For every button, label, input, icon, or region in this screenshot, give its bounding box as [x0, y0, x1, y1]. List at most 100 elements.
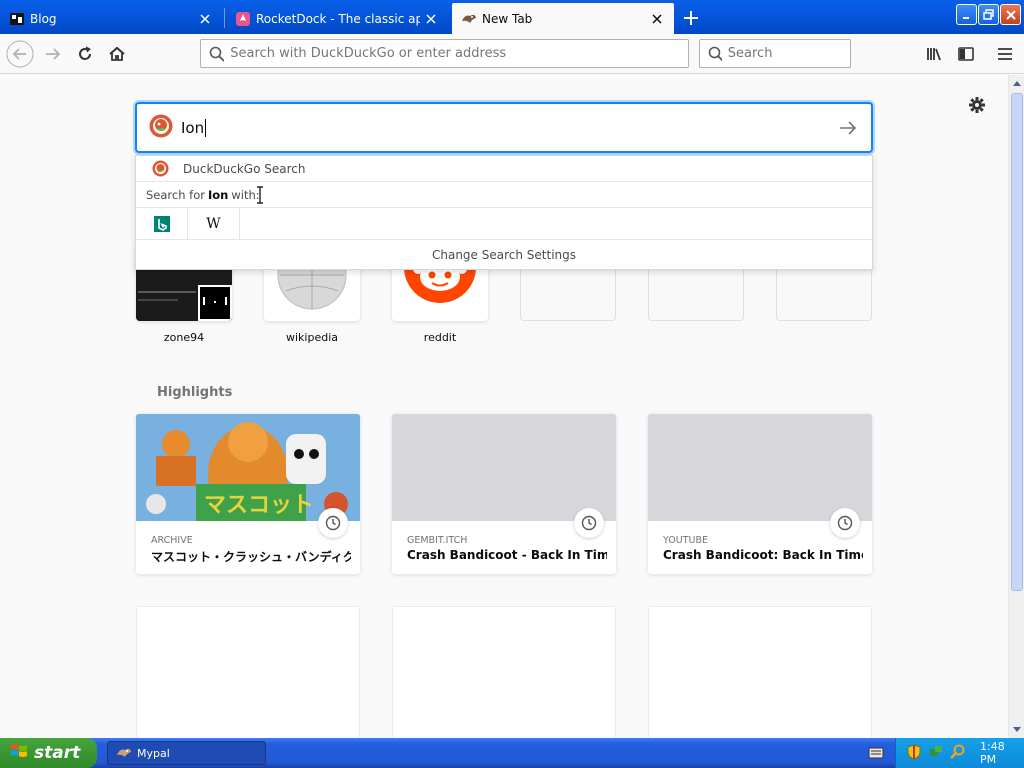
- address-input[interactable]: [230, 46, 688, 61]
- library-button[interactable]: [919, 39, 949, 69]
- tab-title: Blog: [30, 11, 57, 26]
- windows-logo-icon: [10, 742, 28, 765]
- suggestion-duckduckgo-search[interactable]: DuckDuckGo Search: [136, 156, 872, 182]
- gear-icon: [969, 97, 985, 113]
- clock-icon: [830, 508, 860, 538]
- rocketdock-favicon-icon: [235, 11, 251, 27]
- highlights-heading: Highlights: [157, 385, 233, 400]
- settings-gear-button[interactable]: [966, 94, 988, 116]
- suggestion-label: DuckDuckGo Search: [183, 161, 306, 176]
- site-label: reddit: [423, 331, 457, 344]
- close-tab-icon[interactable]: [646, 8, 668, 30]
- mypal-favicon-icon: [461, 11, 477, 27]
- navigation-toolbar: [0, 34, 1024, 74]
- engine-bing-button[interactable]: [136, 207, 188, 240]
- security-shield-icon[interactable]: [906, 743, 922, 763]
- highlight-card[interactable]: GEMBIT.ITCH Crash Bandicoot - Back In Ti…: [392, 414, 616, 574]
- scrollbar-thumb[interactable]: [1011, 93, 1023, 591]
- tab-blog[interactable]: Blog: [0, 3, 222, 34]
- magnifier-icon[interactable]: [950, 744, 966, 763]
- new-tab-button[interactable]: [678, 5, 704, 31]
- text-cursor-icon: [255, 186, 265, 207]
- search-bar[interactable]: [699, 39, 851, 68]
- duckduckgo-logo-icon: [152, 160, 169, 177]
- taskbar-item-mypal[interactable]: Mypal: [107, 741, 266, 765]
- chevron-up-icon: [1013, 81, 1021, 86]
- highlight-thumbnail: [392, 414, 616, 521]
- change-search-settings-button[interactable]: Change Search Settings: [136, 240, 872, 270]
- highlight-thumbnail: マスコット: [136, 414, 360, 521]
- highlight-title: Crash Bandicoot - Back In Time ...: [407, 548, 607, 562]
- home-button[interactable]: [102, 39, 132, 69]
- arrow-right-icon: [840, 121, 857, 135]
- tab-separator: [224, 8, 225, 28]
- tab-strip: Blog RocketDock - The classic app launch…: [0, 0, 1024, 34]
- highlight-card-empty: [392, 606, 616, 738]
- engine-wikipedia-button[interactable]: W: [188, 207, 240, 240]
- site-label: zone94: [163, 331, 205, 344]
- start-button[interactable]: start: [0, 738, 97, 768]
- highlight-card[interactable]: マスコット ARCHIVE マスコット・クラッシュ・バンディク...: [136, 414, 360, 574]
- start-label: start: [34, 743, 81, 763]
- search-icon: [708, 46, 722, 61]
- menu-button[interactable]: [990, 39, 1020, 69]
- highlight-title: マスコット・クラッシュ・バンディク...: [151, 550, 351, 564]
- restore-button[interactable]: [978, 4, 999, 25]
- highlight-thumbnail: [648, 414, 872, 521]
- newtab-search-box[interactable]: [135, 102, 873, 153]
- search-icon: [209, 46, 225, 62]
- keyboard-icon[interactable]: [868, 746, 884, 763]
- minimize-button[interactable]: [956, 4, 977, 25]
- sidebar-icon: [958, 47, 974, 61]
- clock-icon: [574, 508, 604, 538]
- new-tab-page: zone94 W wikipedia reddit: [0, 75, 1008, 738]
- system-tray: 1:48 PM: [895, 738, 1024, 768]
- highlight-title: Crash Bandicoot: Back In Time - ...: [663, 548, 863, 562]
- address-bar[interactable]: [200, 39, 689, 68]
- sidebar-button[interactable]: [951, 39, 981, 69]
- vertical-scrollbar[interactable]: [1008, 75, 1024, 738]
- search-for-header: Search for Ion with:: [136, 182, 872, 208]
- plus-icon: [684, 11, 698, 25]
- back-button[interactable]: [5, 39, 35, 69]
- library-icon: [927, 48, 941, 61]
- close-window-button[interactable]: [1000, 4, 1021, 25]
- search-go-button[interactable]: [837, 117, 859, 139]
- hamburger-menu-icon: [998, 48, 1012, 60]
- search-for-query: Ion: [207, 187, 229, 202]
- back-arrow-icon: [6, 40, 34, 68]
- close-tab-icon[interactable]: [420, 8, 442, 30]
- blog-favicon-icon: [9, 11, 25, 27]
- taskbar-item-label: Mypal: [137, 746, 170, 760]
- highlight-source: ARCHIVE: [151, 535, 193, 546]
- highlight-card-empty: [648, 606, 872, 738]
- svg-text:マスコット: マスコット: [204, 493, 314, 518]
- chevron-down-icon: [1013, 727, 1021, 732]
- highlight-card[interactable]: YOUTUBE Crash Bandicoot: Back In Time - …: [648, 414, 872, 574]
- mypal-app-icon: [117, 748, 131, 757]
- scroll-down-button[interactable]: [1009, 722, 1024, 738]
- forward-button[interactable]: [38, 39, 68, 69]
- network-icon[interactable]: [928, 744, 944, 763]
- reload-icon: [79, 46, 91, 60]
- reload-button[interactable]: [70, 39, 100, 69]
- tab-rocketdock[interactable]: RocketDock - The classic app launcher: [226, 3, 448, 34]
- search-suggestions-dropdown: DuckDuckGo Search Search for Ion with: W…: [135, 155, 873, 270]
- highlight-card-empty: [136, 606, 360, 738]
- site-label: wikipedia: [285, 331, 338, 344]
- newtab-search-input[interactable]: [181, 118, 781, 137]
- crash-artwork-icon: マスコット: [136, 414, 360, 521]
- home-icon: [109, 46, 125, 61]
- search-input[interactable]: [727, 46, 850, 61]
- restore-icon: [983, 9, 994, 20]
- clock-icon: [318, 508, 348, 538]
- taskbar-clock[interactable]: 1:48 PM: [980, 740, 1024, 766]
- tab-new-tab[interactable]: New Tab: [452, 3, 674, 34]
- highlight-source: GEMBIT.ITCH: [407, 535, 468, 546]
- forward-arrow-icon: [46, 48, 61, 60]
- close-tab-icon[interactable]: [194, 8, 216, 30]
- one-off-engines: W: [136, 207, 872, 240]
- text-caret: [205, 119, 206, 137]
- minimize-icon: [962, 16, 969, 19]
- scroll-up-button[interactable]: [1009, 75, 1024, 91]
